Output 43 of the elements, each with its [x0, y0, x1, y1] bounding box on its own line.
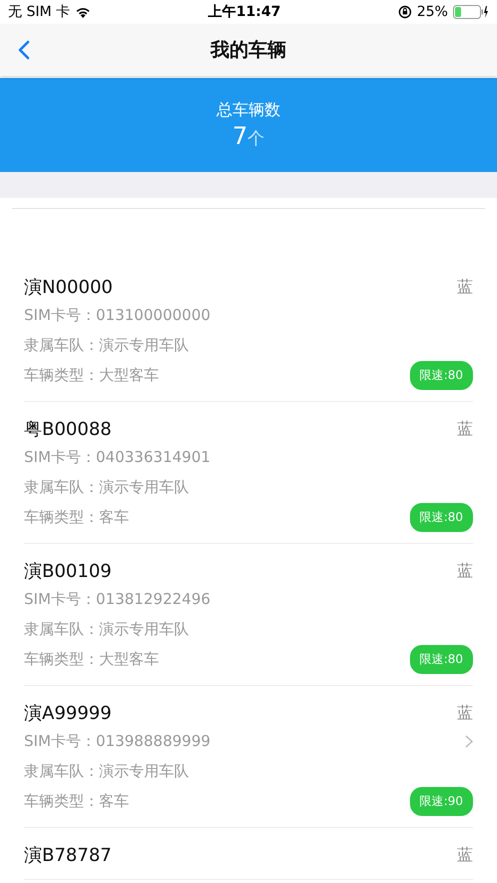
plate-number: 演A99999	[24, 702, 112, 725]
plate-number: 演B78787	[24, 844, 112, 867]
fleet-name: 隶属车队：演示专用车队	[24, 336, 189, 354]
vehicle-type: 车辆类型：大型客车	[24, 650, 159, 668]
page-title: 我的车辆	[210, 38, 286, 63]
wifi-icon	[75, 6, 91, 18]
vehicle-type: 车辆类型：客车	[24, 792, 129, 810]
vehicle-card[interactable]: 演B00109 蓝 SIM卡号：013812922496 隶属车队：演示专用车队 车辆类型：大型客车 限速:80	[24, 544, 473, 686]
fleet-name: 隶属车队：演示专用车队	[24, 620, 189, 638]
fleet-name: 隶属车队：演示专用车队	[24, 762, 189, 780]
speed-limit-tag: 限速:80	[410, 502, 473, 532]
battery-icon	[452, 5, 489, 19]
vehicle-type: 车辆类型：大型客车	[24, 366, 159, 384]
speed-limit-tag: 限速:80	[410, 360, 473, 390]
summary-label: 总车辆数	[216, 99, 280, 121]
battery-percent: 25%	[416, 4, 448, 20]
carrier-text: 无 SIM 卡	[8, 3, 70, 21]
count-unit: 个	[248, 128, 265, 150]
plate-color: 蓝	[457, 702, 473, 724]
plate-color: 蓝	[457, 276, 473, 298]
sim-number: SIM卡号：013988889999	[24, 732, 210, 750]
back-button[interactable]	[16, 38, 32, 62]
speed-limit-tag: 限速:90	[410, 786, 473, 816]
vehicle-type: 车辆类型：客车	[24, 508, 129, 526]
vehicle-count: 7	[232, 121, 248, 151]
vehicle-card[interactable]: 演N00000 蓝 SIM卡号：013100000000 隶属车队：演示专用车队 车辆类型：大型客车 限速:80	[24, 260, 473, 402]
sim-number: SIM卡号：013812922496	[24, 590, 210, 608]
plate-number: 演B00109	[24, 560, 112, 583]
plate-color: 蓝	[457, 560, 473, 582]
vehicle-card[interactable]: 粤B00088 蓝 SIM卡号：040336314901 隶属车队：演示专用车队 车辆类型：客车 限速:80	[24, 402, 473, 544]
plate-color: 蓝	[457, 844, 473, 866]
sim-number: SIM卡号：040336314901	[24, 448, 210, 466]
chevron-right-icon	[465, 734, 473, 748]
fleet-name: 隶属车队：演示专用车队	[24, 478, 189, 496]
plate-number: 粤B00088	[24, 418, 112, 441]
plate-number: 演N00000	[24, 276, 113, 299]
vehicle-card[interactable]: 演B78787 蓝	[24, 828, 473, 880]
sim-number: SIM卡号：013100000000	[24, 306, 210, 324]
speed-limit-tag: 限速:80	[410, 644, 473, 674]
rotation-lock-icon	[398, 5, 412, 19]
clock-time: 上午11:47	[208, 3, 281, 21]
vehicle-card[interactable]: 演A99999 蓝 SIM卡号：013988889999 隶属车队：演示专用车队 车辆类型：客车 限速:90	[24, 686, 473, 828]
plate-color: 蓝	[457, 418, 473, 440]
